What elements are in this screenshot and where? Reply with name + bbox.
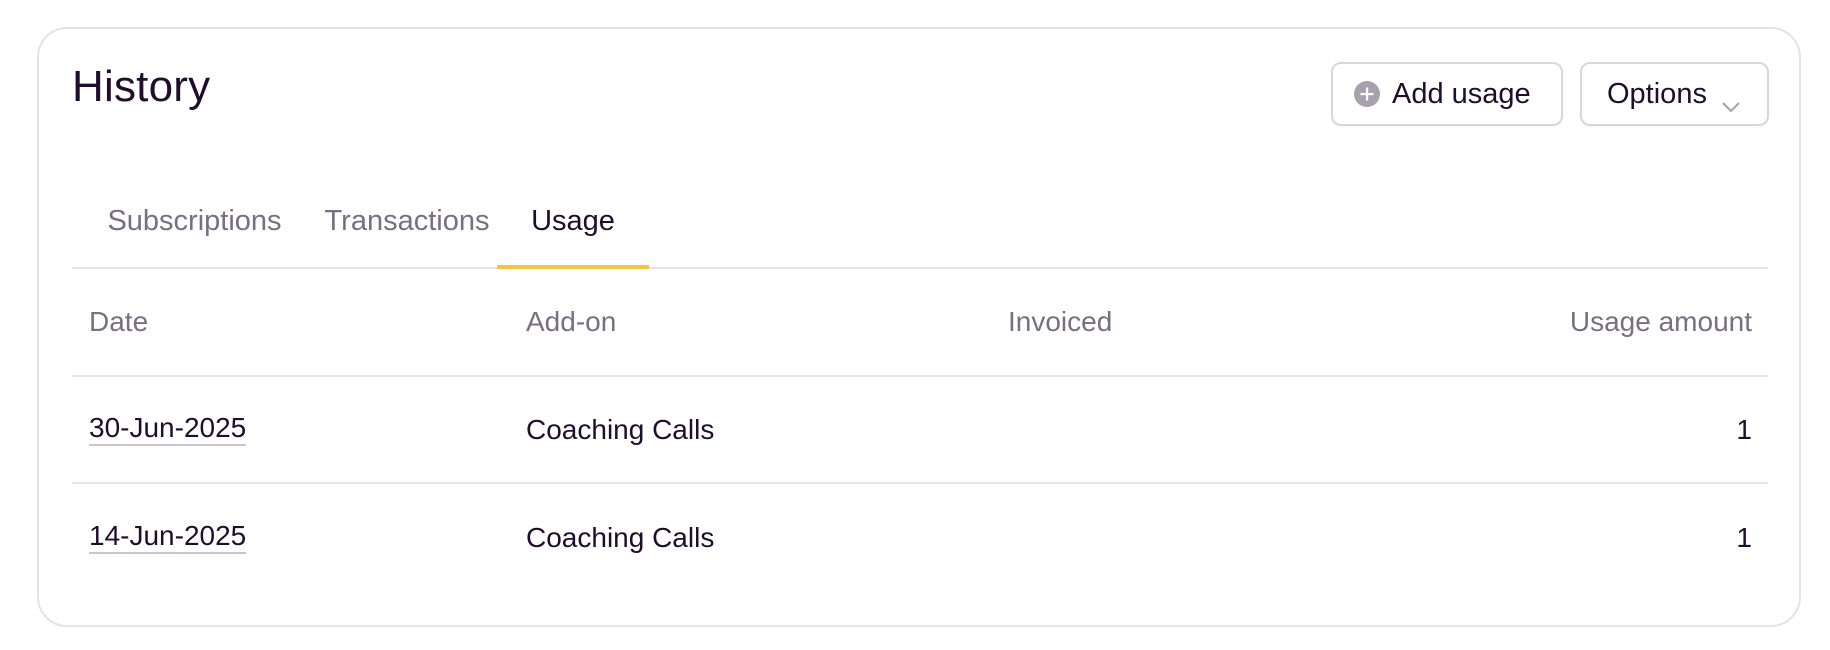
table-row: 30-Jun-2025 Coaching Calls 1 xyxy=(72,377,1768,484)
add-on-cell: Coaching Calls xyxy=(526,413,715,445)
date-cell: 30-Jun-2025 xyxy=(89,377,247,482)
column-header-usage-amount[interactable]: Usage amount xyxy=(1570,269,1752,375)
history-card: History Add usage Options Subscriptions … xyxy=(37,27,1801,627)
date-cell: 14-Jun-2025 xyxy=(89,484,247,591)
header-actions: Add usage Options xyxy=(1331,62,1769,126)
table-header-row: Date Add-on Invoiced Usage amount xyxy=(72,269,1768,377)
usage-amount-cell: 1 xyxy=(1736,521,1752,553)
table-row: 14-Jun-2025 Coaching Calls 1 xyxy=(72,484,1768,591)
date-link[interactable]: 30-Jun-2025 xyxy=(89,413,247,446)
tab-transactions[interactable]: Transactions xyxy=(317,175,497,267)
page-title: History xyxy=(72,62,211,111)
tab-usage[interactable]: Usage xyxy=(497,175,649,269)
usage-table: Date Add-on Invoiced Usage amount 30-Jun… xyxy=(72,269,1768,591)
column-header-invoiced[interactable]: Invoiced xyxy=(1008,269,1112,375)
tab-subscriptions[interactable]: Subscriptions xyxy=(72,175,317,267)
options-button[interactable]: Options xyxy=(1580,62,1769,126)
history-tabs: Subscriptions Transactions Usage xyxy=(72,175,1768,269)
add-on-cell: Coaching Calls xyxy=(526,521,715,553)
add-usage-label: Add usage xyxy=(1392,77,1531,110)
options-label: Options xyxy=(1607,77,1707,110)
date-link[interactable]: 14-Jun-2025 xyxy=(89,521,247,554)
column-header-date[interactable]: Date xyxy=(89,269,148,375)
chevron-down-icon xyxy=(1721,88,1741,113)
column-header-add-on[interactable]: Add-on xyxy=(526,269,616,375)
plus-circle-icon xyxy=(1354,81,1380,107)
add-usage-button[interactable]: Add usage xyxy=(1331,62,1563,126)
usage-amount-cell: 1 xyxy=(1736,413,1752,445)
